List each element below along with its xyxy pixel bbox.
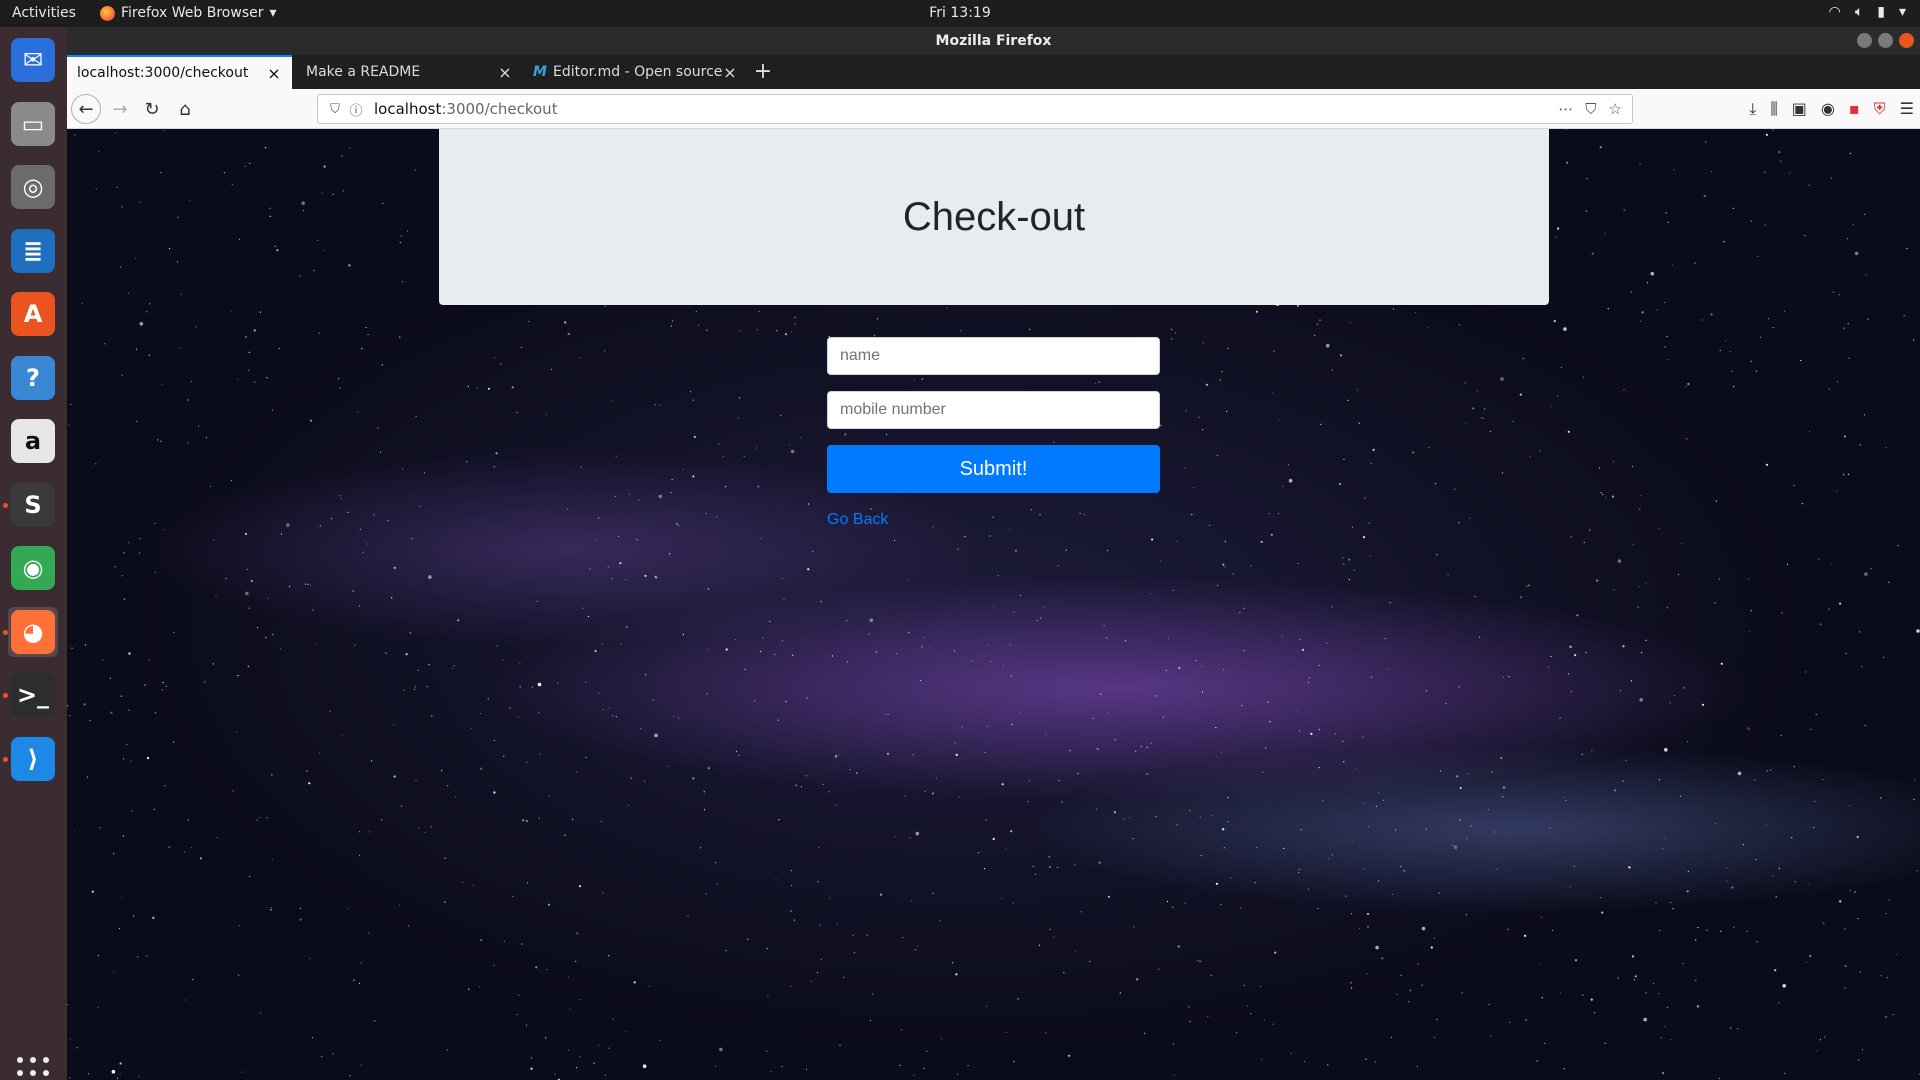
account-icon[interactable]: ◉ <box>1821 99 1835 119</box>
forward-button[interactable]: → <box>106 95 134 123</box>
volume-icon: 🔈︎ <box>1854 4 1864 20</box>
thunderbird-icon: ✉ <box>11 38 55 82</box>
reload-icon: ↻ <box>144 98 160 120</box>
reload-button[interactable]: ↻ <box>138 95 166 123</box>
new-tab-button[interactable]: + <box>748 57 778 87</box>
maximize-button[interactable] <box>1878 33 1893 48</box>
tab-label: Editor.md - Open source <box>553 64 722 80</box>
dock-item-help[interactable]: ? <box>8 353 58 403</box>
dock-item-libreoffice-writer[interactable]: ≣ <box>8 226 58 276</box>
terminal-icon: >_ <box>11 673 55 717</box>
ublock-icon[interactable]: ⛨ <box>1874 99 1886 119</box>
tab-strip: localhost:3000/checkout × Make a README … <box>67 55 1920 89</box>
amazon-icon: a <box>11 419 55 463</box>
url-text[interactable]: localhost:3000/checkout <box>374 100 1558 118</box>
dock: ✉ ▭ ◎ ≣ A? a S ◉ ◕ >_ ⟩ <box>0 27 67 1080</box>
page-actions-icon[interactable]: ⋯ <box>1558 100 1573 118</box>
url-host: localhost <box>374 100 442 118</box>
minimize-button[interactable] <box>1857 33 1872 48</box>
wifi-icon: ◠ <box>1828 4 1841 20</box>
dock-item-thunderbird[interactable]: ✉ <box>8 35 58 85</box>
close-tab-icon[interactable]: × <box>722 63 738 82</box>
chevron-down-icon: ▾ <box>1898 4 1906 20</box>
firefox-icon: ◕ <box>11 609 55 654</box>
arrow-left-icon: ← <box>78 98 94 120</box>
chrome-icon: ◉ <box>11 546 55 590</box>
show-applications-icon[interactable] <box>17 1057 49 1080</box>
bookmark-star-icon[interactable]: ☆ <box>1609 100 1622 118</box>
dock-item-chrome[interactable]: ◉ <box>8 543 58 593</box>
hamburger-menu-icon[interactable]: ☰ <box>1900 99 1914 119</box>
downloads-icon[interactable]: ⤓ <box>1749 99 1756 119</box>
dock-item-sublime-text[interactable]: S <box>8 480 58 530</box>
tab-label: Make a README <box>306 64 421 80</box>
running-indicator <box>3 502 8 508</box>
rhythmbox-icon: ◎ <box>11 165 55 209</box>
libreoffice-writer-icon: ≣ <box>11 228 55 273</box>
grid-dot <box>30 1070 36 1076</box>
system-top-bar: Activities Firefox Web Browser ▾ Fri 13:… <box>0 0 1920 27</box>
firefox-icon <box>100 5 115 21</box>
arrow-right-icon: → <box>112 98 128 120</box>
page-title: Check-out <box>902 194 1086 239</box>
tab-editor-md[interactable]: M Editor.md - Open source × <box>523 55 748 89</box>
battery-icon: ▮ <box>1877 4 1885 20</box>
window-title: Mozilla Firefox <box>935 33 1052 49</box>
dock-item-files[interactable]: ▭ <box>8 99 58 149</box>
chevron-down-icon: ▾ <box>269 5 277 21</box>
extension-icon[interactable]: ▪ <box>1849 99 1860 119</box>
dock-item-terminal[interactable]: >_ <box>8 670 58 720</box>
dock-item-software-center[interactable]: A <box>8 289 58 339</box>
help-icon: ? <box>11 355 55 400</box>
window-titlebar: Mozilla Firefox <box>67 27 1920 55</box>
site-info-icon[interactable]: ⓘ <box>346 100 366 119</box>
app-menu-label: Firefox Web Browser <box>121 5 264 21</box>
back-button[interactable]: ← <box>71 94 101 124</box>
running-indicator <box>3 693 8 698</box>
mobile-number-input[interactable] <box>827 391 1160 429</box>
sidebar-icon[interactable]: ▣ <box>1792 99 1807 119</box>
clock[interactable]: Fri 13:19 <box>0 5 1920 21</box>
editor-md-favicon-icon: M <box>533 64 547 80</box>
pocket-icon[interactable]: ⛉ <box>1585 100 1596 118</box>
grid-dot <box>17 1070 23 1076</box>
grid-dot <box>30 1057 36 1063</box>
page-viewport: Check-out Submit! Go Back <box>67 129 1920 1080</box>
activities-button[interactable]: Activities <box>12 5 76 21</box>
name-input[interactable] <box>827 337 1160 375</box>
dock-item-rhythmbox[interactable]: ◎ <box>8 162 58 212</box>
tracking-protection-icon[interactable]: ⛉ <box>324 102 346 117</box>
grid-dot <box>43 1057 49 1063</box>
home-icon: ⌂ <box>179 98 191 120</box>
dock-item-firefox[interactable]: ◕ <box>8 606 58 657</box>
close-tab-icon[interactable]: × <box>497 63 513 82</box>
running-indicator <box>3 629 8 635</box>
files-icon: ▭ <box>11 101 55 146</box>
tab-label: localhost:3000/checkout <box>77 65 249 81</box>
tab-make-readme[interactable]: Make a README × <box>296 55 523 89</box>
grid-dot <box>43 1070 49 1076</box>
url-path: :3000/checkout <box>441 100 558 118</box>
vscode-icon: ⟩ <box>11 736 55 781</box>
close-window-button[interactable] <box>1899 33 1914 48</box>
close-tab-icon[interactable]: × <box>266 64 282 83</box>
url-bar[interactable]: ⛉ ⓘ localhost:3000/checkout ⋯ ⛉ ☆ <box>317 94 1633 124</box>
dock-item-amazon[interactable]: a <box>8 416 58 466</box>
running-indicator <box>3 756 8 762</box>
go-back-link[interactable]: Go Back <box>827 511 888 529</box>
grid-dot <box>17 1057 23 1063</box>
submit-button[interactable]: Submit! <box>827 445 1160 493</box>
nav-toolbar: ← → ↻ ⌂ ⛉ ⓘ localhost:3000/checkout ⋯ ⛉ … <box>67 89 1920 129</box>
home-button[interactable]: ⌂ <box>171 95 199 123</box>
software-center-icon: A <box>11 292 55 336</box>
library-icon[interactable]: ⫼ <box>1770 99 1777 119</box>
checkout-form: Submit! Go Back <box>827 337 1160 529</box>
jumbotron: Check-out <box>439 129 1549 305</box>
firefox-window: Mozilla Firefox localhost:3000/checkout … <box>67 27 1920 1080</box>
tab-checkout[interactable]: localhost:3000/checkout × <box>67 55 292 89</box>
dock-item-vscode[interactable]: ⟩ <box>8 734 58 784</box>
system-tray[interactable]: ◠ 🔈︎ ▮ ▾ <box>1829 4 1906 20</box>
sublime-text-icon: S <box>11 482 55 527</box>
app-menu[interactable]: Firefox Web Browser ▾ <box>100 5 277 21</box>
